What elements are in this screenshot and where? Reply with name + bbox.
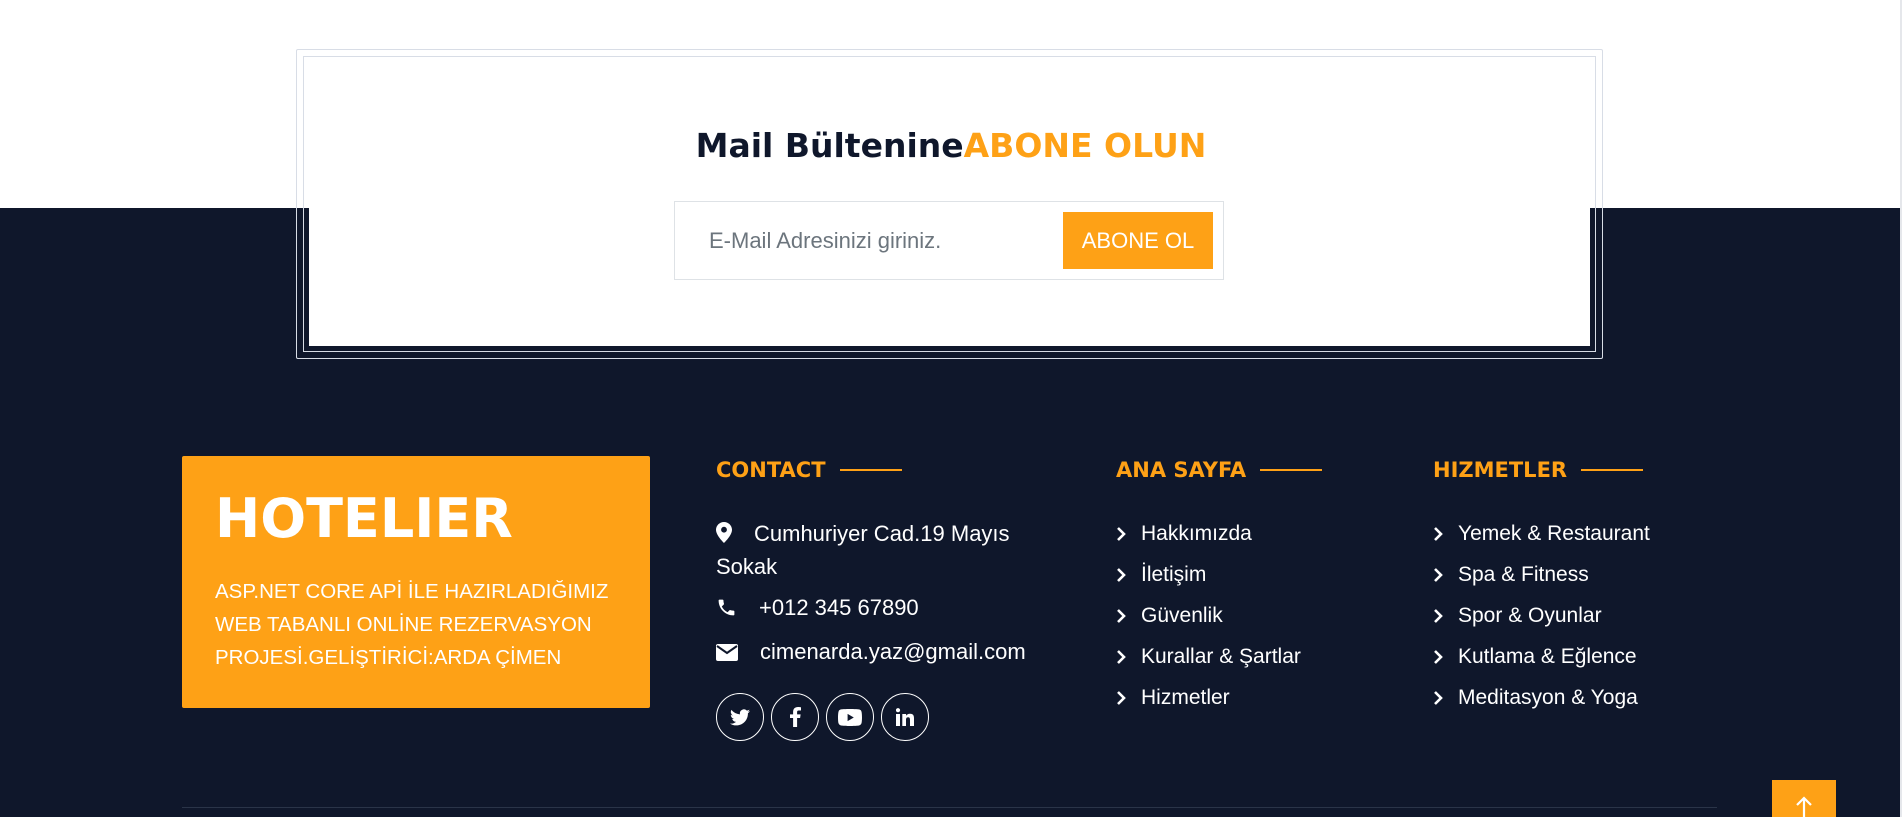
- twitter-icon[interactable]: [716, 693, 764, 741]
- link-label: Spa & Fitness: [1458, 562, 1589, 586]
- heading-underline: [839, 469, 902, 471]
- chevron-right-icon: [1433, 567, 1458, 582]
- link-label: Kurallar & Şartlar: [1141, 644, 1301, 668]
- homepage-heading-text: ANA SAYFA: [1116, 458, 1247, 482]
- contact-heading-text: CONTACT: [716, 458, 826, 482]
- link-label: Hizmetler: [1141, 685, 1230, 709]
- link-label: Güvenlik: [1141, 603, 1223, 627]
- link-label: Hakkımızda: [1141, 521, 1252, 545]
- contact-phone: +012 345 67890: [716, 595, 919, 621]
- linkedin-icon[interactable]: [881, 693, 929, 741]
- chevron-right-icon: [1433, 608, 1458, 623]
- back-to-top-button[interactable]: [1772, 780, 1836, 817]
- chevron-right-icon: [1116, 608, 1141, 623]
- homepage-links: Hakkımızda İletişim Güvenlik Kurallar & …: [1116, 513, 1301, 718]
- list-item-spor[interactable]: Spor & Oyunlar: [1433, 595, 1650, 636]
- link-label: Yemek & Restaurant: [1458, 521, 1650, 545]
- list-item-yemek[interactable]: Yemek & Restaurant: [1433, 513, 1650, 554]
- link-label: İletişim: [1141, 562, 1207, 586]
- chevron-right-icon: [1433, 690, 1458, 705]
- chevron-right-icon: [1433, 526, 1458, 541]
- newsletter-title-accent: ABONE OLUN: [963, 126, 1207, 165]
- list-item-kurallar[interactable]: Kurallar & Şartlar: [1116, 636, 1301, 677]
- map-marker-icon: [716, 517, 754, 550]
- list-item-hizmetler[interactable]: Hizmetler: [1116, 677, 1301, 718]
- contact-phone-text: +012 345 67890: [759, 595, 919, 620]
- contact-heading: CONTACT: [716, 458, 902, 482]
- list-item-hakkimizda[interactable]: Hakkımızda: [1116, 513, 1301, 554]
- list-item-iletisim[interactable]: İletişim: [1116, 554, 1301, 595]
- services-heading: HIZMETLER: [1433, 458, 1644, 482]
- envelope-icon: [716, 639, 760, 661]
- brand-title: HOTELIER: [215, 487, 513, 550]
- footer-divider: [182, 807, 1717, 808]
- chevron-right-icon: [1116, 567, 1141, 582]
- link-label: Spor & Oyunlar: [1458, 603, 1602, 627]
- link-label: Meditasyon & Yoga: [1458, 685, 1638, 709]
- list-item-meditasyon[interactable]: Meditasyon & Yoga: [1433, 677, 1650, 718]
- services-links: Yemek & Restaurant Spa & Fitness Spor & …: [1433, 513, 1650, 718]
- list-item-kutlama[interactable]: Kutlama & Eğlence: [1433, 636, 1650, 677]
- newsletter-title-main: Mail Bültenine: [695, 126, 964, 165]
- contact-email: cimenarda.yaz@gmail.com: [716, 639, 1026, 665]
- homepage-heading: ANA SAYFA: [1116, 458, 1323, 482]
- heading-underline: [1581, 469, 1644, 471]
- contact-address: Cumhuriyer Cad.19 Mayıs Sokak: [716, 517, 1046, 583]
- heading-underline: [1260, 469, 1323, 471]
- brand-box: HOTELIER ASP.NET CORE APİ İLE HAZIRLADIĞ…: [182, 456, 650, 708]
- contact-email-text[interactable]: cimenarda.yaz@gmail.com: [760, 639, 1026, 665]
- chevron-right-icon: [1116, 526, 1141, 541]
- list-item-spa[interactable]: Spa & Fitness: [1433, 554, 1650, 595]
- email-input[interactable]: [675, 202, 1055, 279]
- chevron-right-icon: [1433, 649, 1458, 664]
- subscribe-button[interactable]: ABONE OL: [1063, 212, 1213, 269]
- newsletter-title: Mail BültenineABONE OLUN: [0, 126, 1902, 165]
- brand-description: ASP.NET CORE APİ İLE HAZIRLADIĞIMIZ WEB …: [215, 580, 609, 669]
- chevron-right-icon: [1116, 690, 1141, 705]
- contact-address-text: Cumhuriyer Cad.19 Mayıs Sokak: [716, 521, 1010, 579]
- phone-icon: [716, 595, 759, 618]
- facebook-icon[interactable]: [771, 693, 819, 741]
- list-item-guvenlik[interactable]: Güvenlik: [1116, 595, 1301, 636]
- newsletter-form: ABONE OL: [674, 201, 1224, 280]
- youtube-icon[interactable]: [826, 693, 874, 741]
- social-links: [716, 693, 929, 741]
- link-label: Kutlama & Eğlence: [1458, 644, 1637, 668]
- chevron-right-icon: [1116, 649, 1141, 664]
- arrow-up-icon: [1796, 796, 1812, 817]
- services-heading-text: HIZMETLER: [1433, 458, 1568, 482]
